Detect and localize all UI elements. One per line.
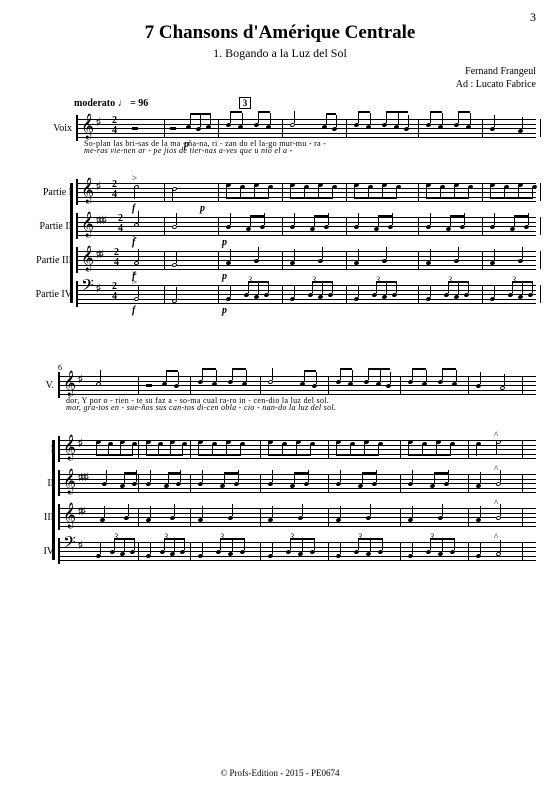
time-signature: 24 [112,116,117,136]
part-label-2-short: II [24,478,58,489]
part-label-voix-short: V. [24,380,58,391]
rest-icon [132,127,138,130]
page-number: 3 [530,10,536,25]
key-signature: ♯ [96,117,99,128]
bass-clef-icon: 𝄢 [81,275,94,301]
treble-clef-icon: 𝄞 [63,468,76,494]
key-signature: ♯ [96,181,99,192]
marcato-mark: ^ [494,430,498,440]
system-1: Voix 𝄞 ♯ 24 p [24,115,536,307]
key-signature: ♯ [78,540,81,551]
key-signature: ♯♯ [78,506,84,517]
composer-name: Fernand Frangeul [465,66,536,77]
rest-icon [170,127,176,130]
part-label-1-short: I [24,444,58,455]
staff-partie-4-s2: IV 𝄢 ♯ 3 3 [24,538,536,564]
arranger-name: Ad : Lucato Fabrice [456,79,536,90]
staff-partie-4: Partie IV 𝄢 ♯ 24 > f p 3 [24,281,536,307]
part-label-4: Partie IV [24,289,76,300]
time-signature: 24 [112,282,117,302]
rest-icon [146,384,152,387]
treble-clef-icon: 𝄞 [63,434,76,460]
staff-partie-3-s2: III 𝄞 ♯♯ [24,504,536,530]
part-label-voix: Voix [24,123,76,134]
part-label-3-short: III [24,512,58,523]
key-signature: ♯ [78,374,81,385]
staff-partie-2: Partie II 𝄞 ♯♯♯ 24 > f p [24,213,536,239]
key-signature: ♯♯♯ [78,472,87,483]
lyrics-line-2b: mor, gra-tos en - sue-ños sus can-tos di… [66,403,536,412]
treble-clef-icon: 𝄞 [81,245,94,271]
marcato-mark: ^ [494,464,498,474]
bass-clef-icon: 𝄢 [63,532,76,558]
copyright-footer: © Profs-Edition - 2015 - PE0674 [0,768,560,778]
treble-clef-icon: 𝄞 [81,113,94,139]
marcato-mark: ^ [494,498,498,508]
key-signature: ♯ [78,438,81,449]
part-label-4-short: IV [24,546,58,557]
dynamic-forte: f [132,305,135,316]
composer-block: Fernand Frangeul Ad : Lucato Fabrice [24,65,536,91]
time-signature: 24 [114,248,119,268]
staff-voix-2: V. 𝄞 ♯ [24,372,536,398]
key-signature: ♯ [96,283,99,294]
part-label-3: Partie III [24,255,76,266]
key-signature: ♯♯ [96,249,102,260]
staff-partie-1: Partie I 𝄞 ♯ 24 > f p [24,179,536,205]
movement-subtitle: 1. Bogando a la Luz del Sol [24,46,536,61]
dynamic-piano: p [184,139,189,150]
dynamic-piano: p [222,305,227,316]
staff-partie-2-s2: II 𝄞 ♯♯♯ [24,470,536,496]
marcato-mark: ^ [494,532,498,542]
score-title: 7 Chansons d'Amérique Centrale [24,22,536,44]
time-signature: 24 [112,180,117,200]
treble-clef-icon: 𝄞 [63,370,76,396]
staff-voix: Voix 𝄞 ♯ 24 p [24,115,536,141]
tempo-text: moderato ♩ = 96 [74,98,148,109]
treble-clef-icon: 𝄞 [63,502,76,528]
part-label-2: Partie II [24,221,76,232]
part-label-1: Partie I [24,187,76,198]
key-signature: ♯♯♯ [96,215,105,226]
system-2: 6 V. 𝄞 ♯ [24,363,536,564]
staff-partie-1-s2: I 𝄞 ♯ [24,436,536,462]
treble-clef-icon: 𝄞 [81,211,94,237]
time-signature: 24 [118,214,123,234]
tempo-marking: moderato ♩ = 96 3 [74,97,536,109]
accent-mark: > [132,173,137,183]
treble-clef-icon: 𝄞 [81,177,94,203]
accent-mark: > [132,277,137,287]
staff-partie-3: Partie III 𝄞 ♯♯ 24 > f p [24,247,536,273]
rehearsal-mark: 3 [239,97,252,109]
